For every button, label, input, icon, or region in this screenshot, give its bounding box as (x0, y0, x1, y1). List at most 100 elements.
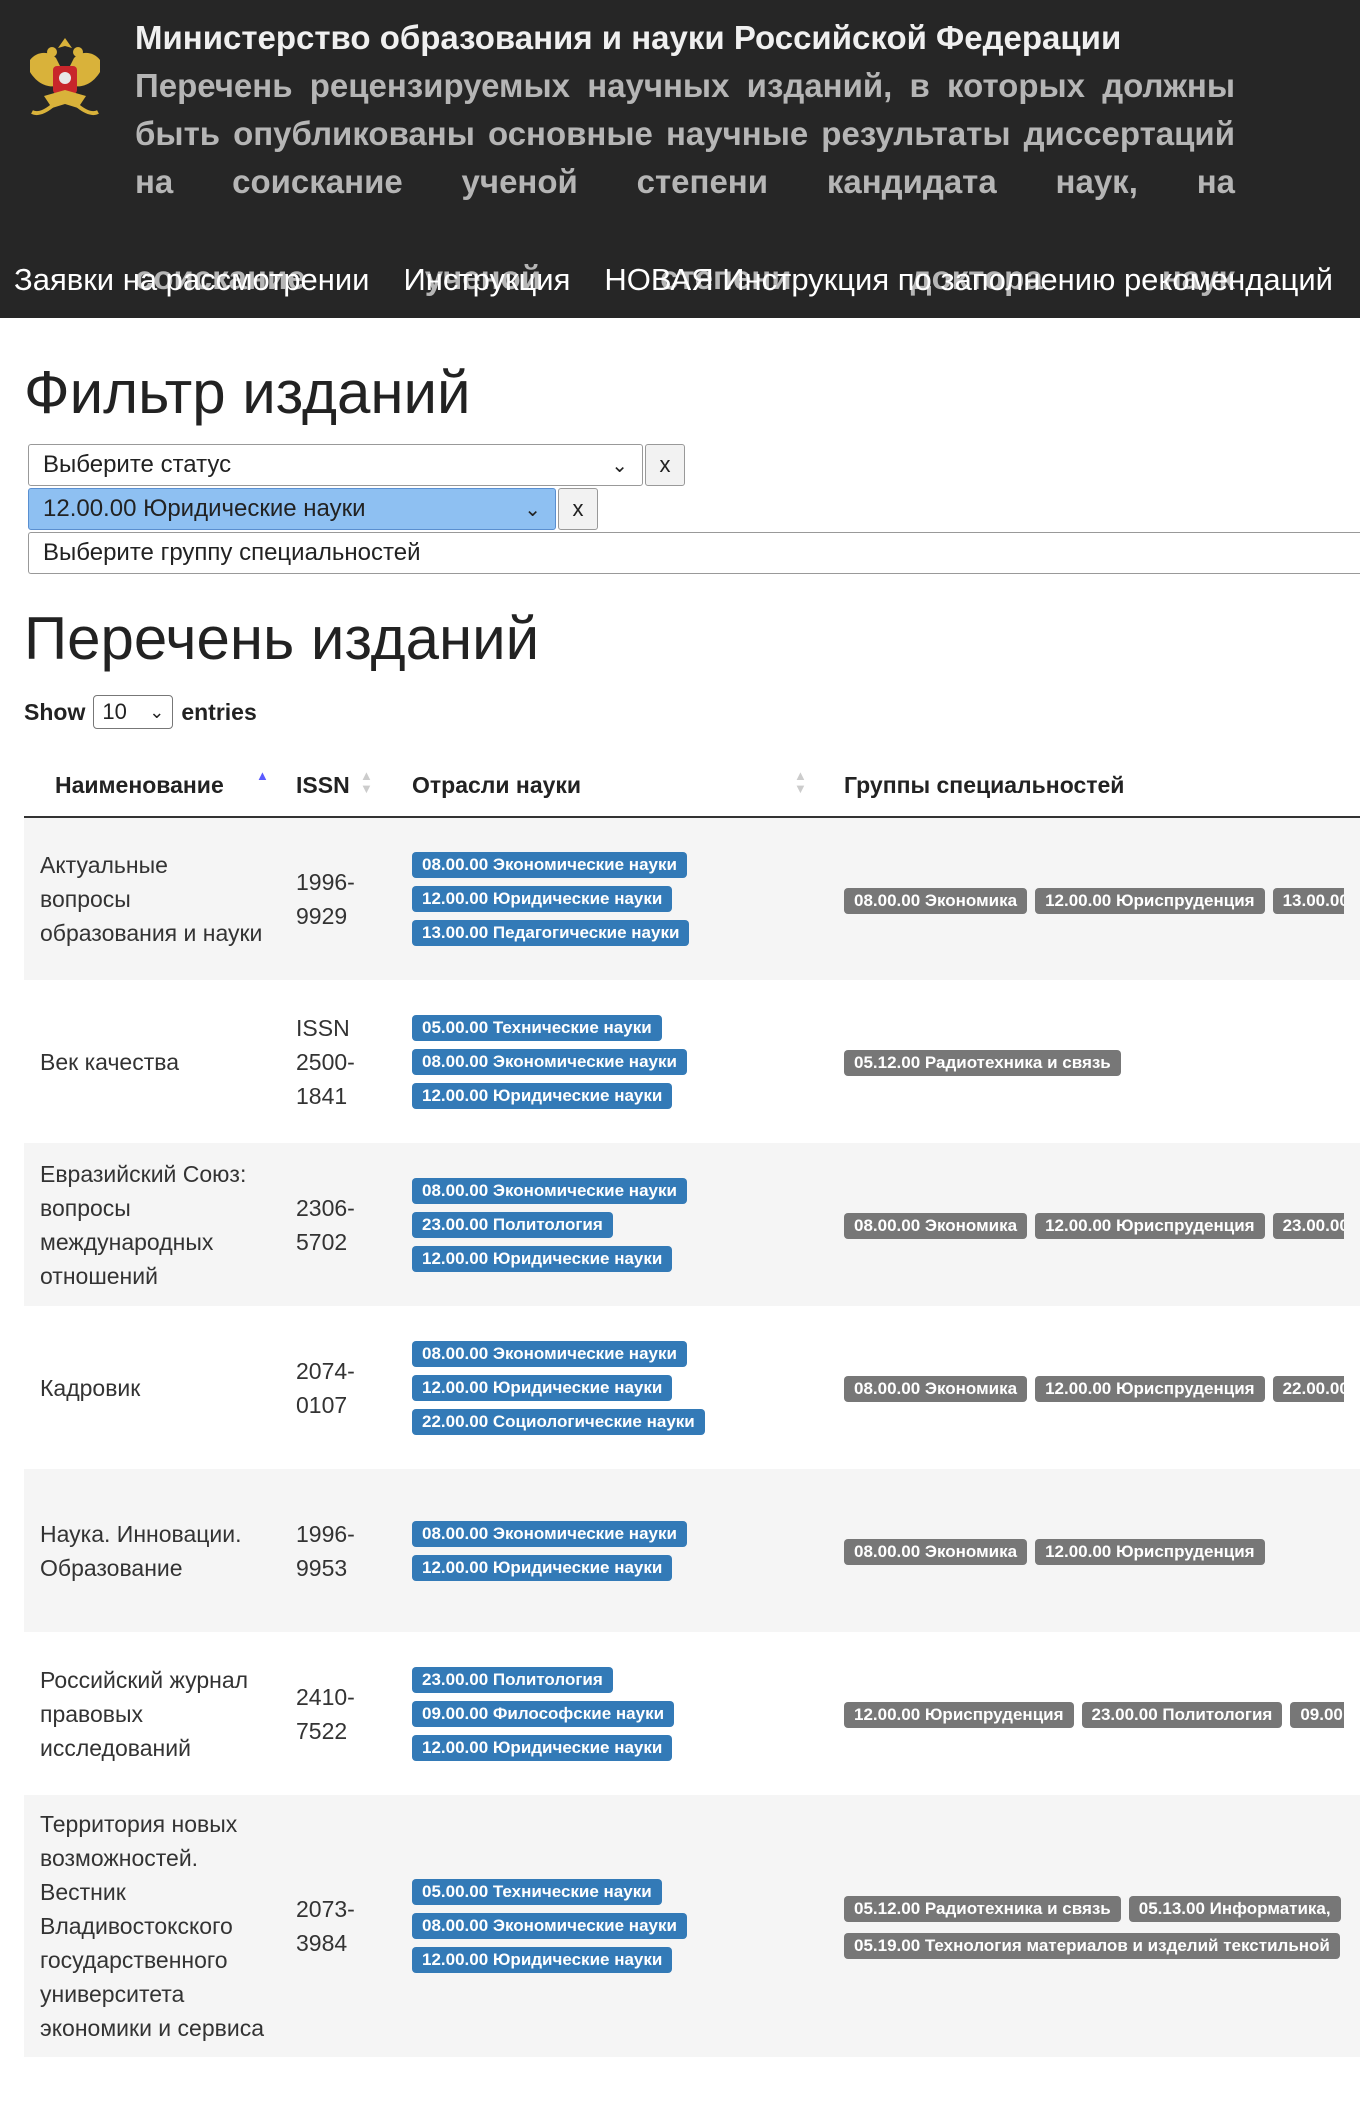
list-title: Перечень изданий (24, 605, 540, 672)
sciences-cell: 05.00.00 Технические науки 08.00.00 Эконо… (396, 1795, 828, 2057)
science-badge: 12.00.00 Юридические науки (412, 1947, 673, 1973)
group-badge: 23.00.00 Политология (1272, 1213, 1344, 1239)
group-badge: 23.00.00 Политология (1081, 1702, 1283, 1728)
table-row[interactable]: Российский журнал правовых исследований 2… (24, 1632, 1360, 1795)
science-badge: 08.00.00 Экономические науки (412, 1048, 687, 1075)
science-select-value: 12.00.00 Юридические науки (43, 495, 366, 522)
groups-cell: 05.12.00 Радиотехника и связь 05.13.00 Ин… (828, 1795, 1360, 2057)
journal-issn: 2306-5702 (280, 1143, 396, 1306)
column-header-groups[interactable]: Группы специальностей (828, 755, 1360, 818)
science-badge: 08.00.00 Экономические науки (412, 1340, 687, 1367)
page-length-control: Show 10 ⌄ entries (24, 695, 257, 729)
top-nav: Заявки на рассмотрении Инструкция НОВАЯ … (14, 262, 1333, 298)
list-description: Перечень рецензируемых научных изданий, … (135, 62, 1235, 254)
clear-status-button[interactable]: x (645, 444, 685, 486)
entries-value: 10 (102, 699, 127, 724)
sciences-cell: 08.00.00 Экономические науки 23.00.00 Пол… (396, 1143, 828, 1306)
science-badge: 05.00.00 Технические науки (412, 1014, 662, 1041)
groups-cell: 12.00.00 Юриспруденция 23.00.00 Политолог… (828, 1632, 1360, 1795)
groups-cell: 08.00.00 Экономика 12.00.00 Юриспруденция (828, 1469, 1360, 1632)
sort-icon: ▲ ▼ (794, 768, 807, 796)
science-badge: 05.00.00 Технические науки (412, 1879, 662, 1905)
science-badge: 09.00.00 Философские науки (412, 1700, 675, 1727)
group-select[interactable]: Выберите группу специальностей (28, 532, 1360, 574)
science-badge: 23.00.00 Политология (412, 1666, 613, 1693)
journal-issn: 2073-3984 (280, 1795, 396, 2057)
journal-name: Российский журнал правовых исследований (24, 1632, 280, 1795)
groups-cell: 05.12.00 Радиотехника и связь (828, 980, 1360, 1143)
column-header-issn[interactable]: ISSN ▲ ▼ (280, 755, 396, 818)
journal-issn: 2410-7522 (280, 1632, 396, 1795)
table-row[interactable]: Век качества ISSN 2500-1841 05.00.00 Техни… (24, 980, 1360, 1143)
column-header-label: Наименование (55, 772, 224, 798)
group-badge: 09.00.00 Философия (1290, 1702, 1344, 1728)
header-text: Министерство образования и науки Российс… (135, 14, 1235, 350)
site-header: Министерство образования и науки Российс… (0, 0, 1360, 318)
nav-link-new-instruction[interactable]: НОВАЯ Инструкция по заполнению рекоменда… (604, 262, 1333, 298)
group-select-value: Выберите группу специальностей (43, 539, 421, 566)
russian-emblem-icon (30, 38, 100, 116)
table-row[interactable]: Наука. Инновации. Образование 1996-9953 08… (24, 1469, 1360, 1632)
science-select[interactable]: 12.00.00 Юридические науки ⌄ (28, 488, 556, 530)
journal-name: Территория новых возможностей. Вестник В… (24, 1795, 280, 2057)
filter-panel: Выберите статус ⌄ x 12.00.00 Юридические… (28, 444, 1360, 576)
journals-table: Наименование ▲ ISSN ▲ ▼ Отрасли науки ▲ ▼ … (24, 755, 1360, 2057)
table-row[interactable]: Территория новых возможностей. Вестник В… (24, 1795, 1360, 2057)
sciences-cell: 08.00.00 Экономические науки 12.00.00 Юри… (396, 817, 828, 980)
group-badge: 12.00.00 Юриспруденция (1035, 1213, 1265, 1239)
chevron-down-icon: ⌄ (524, 498, 541, 521)
sort-icon: ▲ ▼ (360, 768, 373, 796)
science-badge: 13.00.00 Педагогические науки (412, 920, 690, 946)
status-select[interactable]: Выберите статус ⌄ (28, 444, 643, 486)
column-header-label: Группы специальностей (844, 772, 1125, 798)
groups-cell: 08.00.00 Экономика 12.00.00 Юриспруденция… (828, 1306, 1360, 1469)
science-badge: 23.00.00 Политология (412, 1211, 613, 1238)
group-badge: 12.00.00 Юриспруденция (1035, 1539, 1265, 1565)
groups-cell: 08.00.00 Экономика 12.00.00 Юриспруденция… (828, 817, 1360, 980)
table-row[interactable]: Кадровик 2074-0107 08.00.00 Экономические … (24, 1306, 1360, 1469)
group-badge: 22.00.00 Социология (1272, 1376, 1344, 1402)
journal-issn: 1996-9929 (280, 817, 396, 980)
group-badge: 08.00.00 Экономика (844, 1539, 1028, 1565)
group-badge: 05.12.00 Радиотехника и связь (844, 1896, 1121, 1922)
group-badge: 05.12.00 Радиотехника и связь (844, 1050, 1121, 1076)
column-header-label: ISSN (296, 772, 350, 798)
entries-select[interactable]: 10 ⌄ (93, 695, 174, 729)
journal-name: Евразийский Союз: вопросы международных … (24, 1143, 280, 1306)
column-header-sciences[interactable]: Отрасли науки ▲ ▼ (396, 755, 828, 818)
journal-name: Актуальные вопросы образования и науки (24, 817, 280, 980)
chevron-down-icon: ⌄ (611, 454, 628, 477)
column-header-label: Отрасли науки (412, 772, 582, 798)
group-badge: 12.00.00 Юриспруденция (1035, 1376, 1265, 1402)
group-badge: 05.19.00 Технология материалов и изделий… (844, 1933, 1340, 1959)
science-badge: 12.00.00 Юридические науки (412, 1734, 673, 1761)
journal-name: Наука. Инновации. Образование (24, 1469, 280, 1632)
status-select-value: Выберите статус (43, 451, 232, 478)
show-label: Show (24, 698, 86, 725)
journal-name: Век качества (24, 980, 280, 1143)
nav-link-applications[interactable]: Заявки на рассмотрении (14, 262, 369, 298)
group-badge: 08.00.00 Экономика (844, 887, 1028, 914)
group-badge: 12.00.00 Юриспруденция (1035, 887, 1265, 914)
group-badge: 08.00.00 Экономика (844, 1213, 1028, 1239)
groups-cell: 08.00.00 Экономика 12.00.00 Юриспруденция… (828, 1143, 1360, 1306)
science-badge: 12.00.00 Юридические науки (412, 1554, 673, 1581)
table-row[interactable]: Евразийский Союз: вопросы международных … (24, 1143, 1360, 1306)
group-badge: 13.00.00 Педагогика (1272, 887, 1344, 914)
science-badge: 12.00.00 Юридические науки (412, 1374, 673, 1401)
subtitle-line: быть опубликованы основные научные резул… (135, 115, 1011, 152)
ministry-title: Министерство образования и науки Российс… (135, 19, 1122, 56)
science-badge: 08.00.00 Экономические науки (412, 1520, 687, 1547)
science-badge: 12.00.00 Юридические науки (412, 1245, 673, 1272)
nav-link-instruction[interactable]: Инструкция (403, 262, 570, 298)
science-badge: 22.00.00 Социологические науки (412, 1408, 705, 1435)
science-badge: 08.00.00 Экономические науки (412, 1913, 687, 1939)
science-badge: 12.00.00 Юридические науки (412, 1082, 673, 1109)
column-header-name[interactable]: Наименование ▲ (24, 755, 280, 818)
entries-label: entries (181, 698, 257, 725)
science-badge: 08.00.00 Экономические науки (412, 1177, 687, 1204)
group-badge: 05.13.00 Информатика, (1128, 1896, 1341, 1922)
table-row[interactable]: Актуальные вопросы образования и науки 19… (24, 817, 1360, 980)
clear-science-button[interactable]: x (558, 488, 598, 530)
sort-asc-icon: ▲ (256, 768, 269, 783)
